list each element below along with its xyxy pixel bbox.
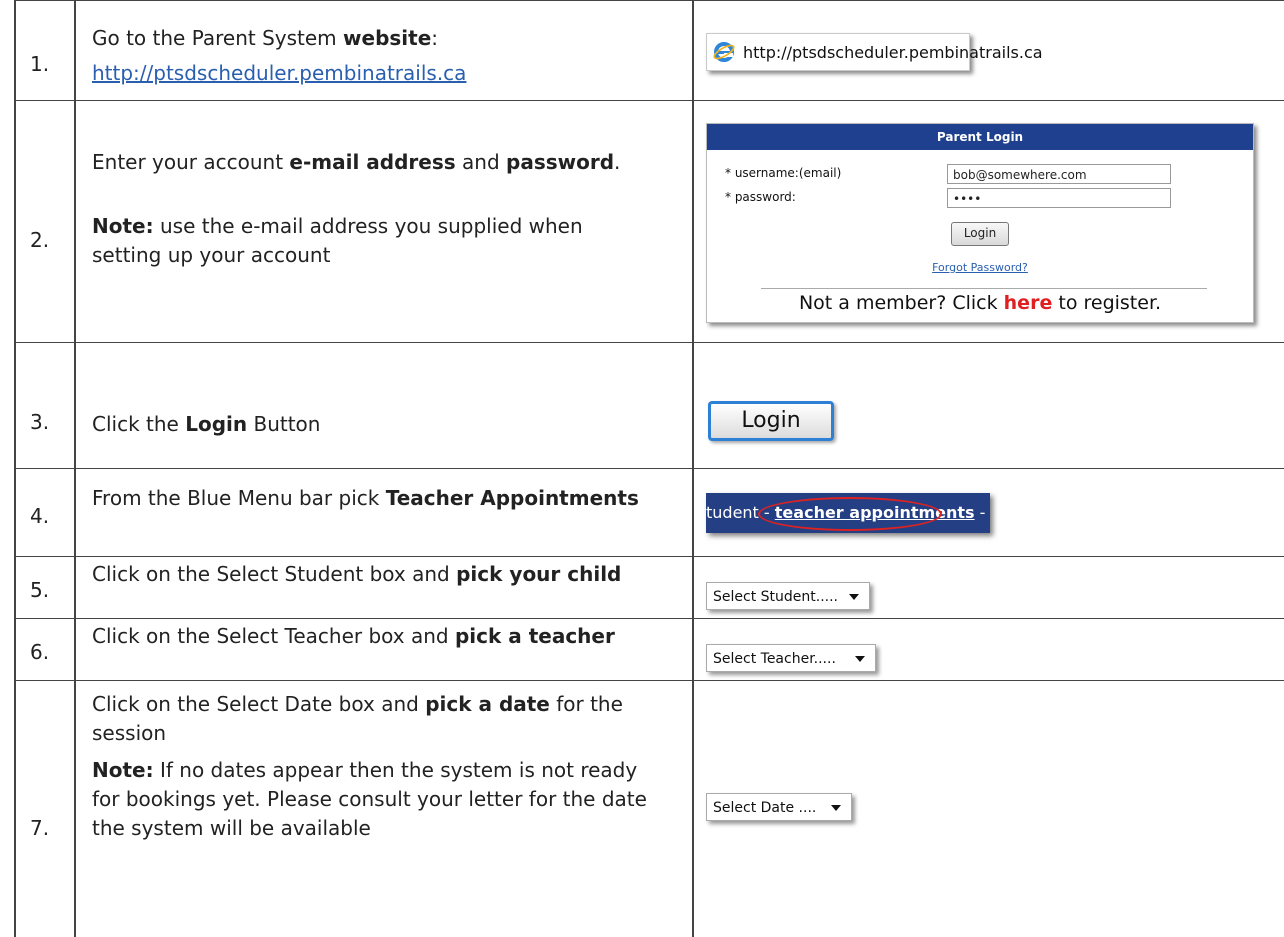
step-bold: pick a date bbox=[425, 692, 550, 716]
highlight-oval bbox=[758, 497, 942, 531]
step-2-text: Enter your account e-mail address and pa… bbox=[92, 148, 652, 270]
password-field[interactable]: •••• bbox=[947, 188, 1171, 208]
step-number: 6. bbox=[30, 640, 50, 664]
menu-separator: - bbox=[974, 503, 990, 522]
step-number: 1. bbox=[30, 52, 50, 76]
step-text: Click the bbox=[92, 412, 186, 436]
forgot-password-link[interactable]: Forgot Password? bbox=[707, 261, 1253, 274]
menu-item-student[interactable]: tudent bbox=[706, 503, 759, 522]
step-bold: Teacher Appointments bbox=[385, 486, 639, 510]
step-5-text: Click on the Select Student box and pick… bbox=[92, 560, 652, 589]
username-field[interactable]: bob@somewhere.com bbox=[947, 164, 1171, 184]
chevron-down-icon bbox=[849, 594, 859, 600]
select-student-value: Select Student..... bbox=[713, 589, 839, 605]
note-label: Note: bbox=[92, 214, 154, 238]
chevron-down-icon bbox=[831, 805, 841, 811]
step-text: Click on the Select Student box and bbox=[92, 562, 457, 586]
step-number: 4. bbox=[30, 504, 50, 528]
select-student-dropdown[interactable]: Select Student..... bbox=[706, 582, 870, 610]
select-date-dropdown[interactable]: Select Date .... bbox=[706, 793, 852, 821]
browser-url-bar[interactable]: http://ptsdscheduler.pembinatrails.ca bbox=[706, 33, 1043, 71]
step-number: 2. bbox=[30, 228, 50, 252]
step-text: Button bbox=[247, 412, 321, 436]
step-text: and bbox=[455, 150, 506, 174]
step-text: Enter your account bbox=[92, 150, 290, 174]
step-text: : bbox=[431, 26, 439, 50]
register-text: Not a member? Click bbox=[798, 292, 1004, 314]
step-4-text: From the Blue Menu bar pick Teacher Appo… bbox=[92, 484, 652, 513]
login-button-large[interactable]: Login bbox=[708, 401, 834, 441]
note-text: use the e-mail address you supplied when… bbox=[92, 214, 583, 267]
blue-menu-bar: tudent - teacher appointments - suppor bbox=[706, 493, 990, 533]
row-border bbox=[16, 342, 1284, 343]
step-bold: Login bbox=[185, 412, 248, 436]
parent-login-panel: Parent Login * username:(email) * passwo… bbox=[706, 123, 1254, 323]
step-text: From the Blue Menu bar pick bbox=[92, 486, 386, 510]
step-bold: e-mail address bbox=[289, 150, 456, 174]
step-number: 5. bbox=[30, 578, 50, 602]
step-7-text: Click on the Select Date box and pick a … bbox=[92, 690, 652, 843]
register-text: to register. bbox=[1052, 292, 1162, 314]
step-text: Click on the Select Date box and bbox=[92, 692, 426, 716]
url-text: http://ptsdscheduler.pembinatrails.ca bbox=[743, 42, 1043, 62]
select-date-value: Select Date .... bbox=[713, 800, 817, 816]
login-header: Parent Login bbox=[707, 124, 1253, 150]
note-label: Note: bbox=[92, 758, 154, 782]
step-bold: website bbox=[343, 26, 432, 50]
step-number: 7. bbox=[30, 816, 50, 840]
step-bold: password bbox=[506, 150, 615, 174]
row-border bbox=[16, 468, 1284, 469]
step-number: 3. bbox=[30, 410, 50, 434]
website-link[interactable]: http://ptsdscheduler.pembinatrails.ca bbox=[92, 61, 466, 85]
row-border bbox=[16, 680, 1284, 681]
step-bold: pick a teacher bbox=[454, 624, 615, 648]
username-label: * username:(email) bbox=[725, 166, 842, 180]
step-text: Click on the Select Teacher box and bbox=[92, 624, 455, 648]
step-6-text: Click on the Select Teacher box and pick… bbox=[92, 622, 652, 651]
row-border-top bbox=[16, 0, 1284, 1]
step-bold: pick your child bbox=[456, 562, 622, 586]
step-1-text: Go to the Parent System website: http://… bbox=[92, 24, 652, 88]
chevron-down-icon bbox=[855, 656, 865, 662]
password-label: * password: bbox=[725, 190, 796, 204]
row-border bbox=[16, 100, 1284, 101]
register-prompt: Not a member? Click here to register. bbox=[707, 292, 1253, 314]
select-teacher-dropdown[interactable]: Select Teacher..... bbox=[706, 644, 876, 672]
register-link[interactable]: here bbox=[1004, 292, 1053, 314]
row-border bbox=[16, 556, 1284, 557]
internet-explorer-icon bbox=[713, 41, 735, 63]
divider bbox=[761, 288, 1207, 289]
select-teacher-value: Select Teacher..... bbox=[713, 651, 836, 667]
login-button[interactable]: Login bbox=[951, 222, 1009, 246]
step-text: Go to the Parent System bbox=[92, 26, 344, 50]
step-3-text: Click the Login Button bbox=[92, 410, 652, 439]
step-text: . bbox=[614, 150, 621, 174]
note-text: If no dates appear then the system is no… bbox=[92, 758, 647, 840]
row-border bbox=[16, 618, 1284, 619]
